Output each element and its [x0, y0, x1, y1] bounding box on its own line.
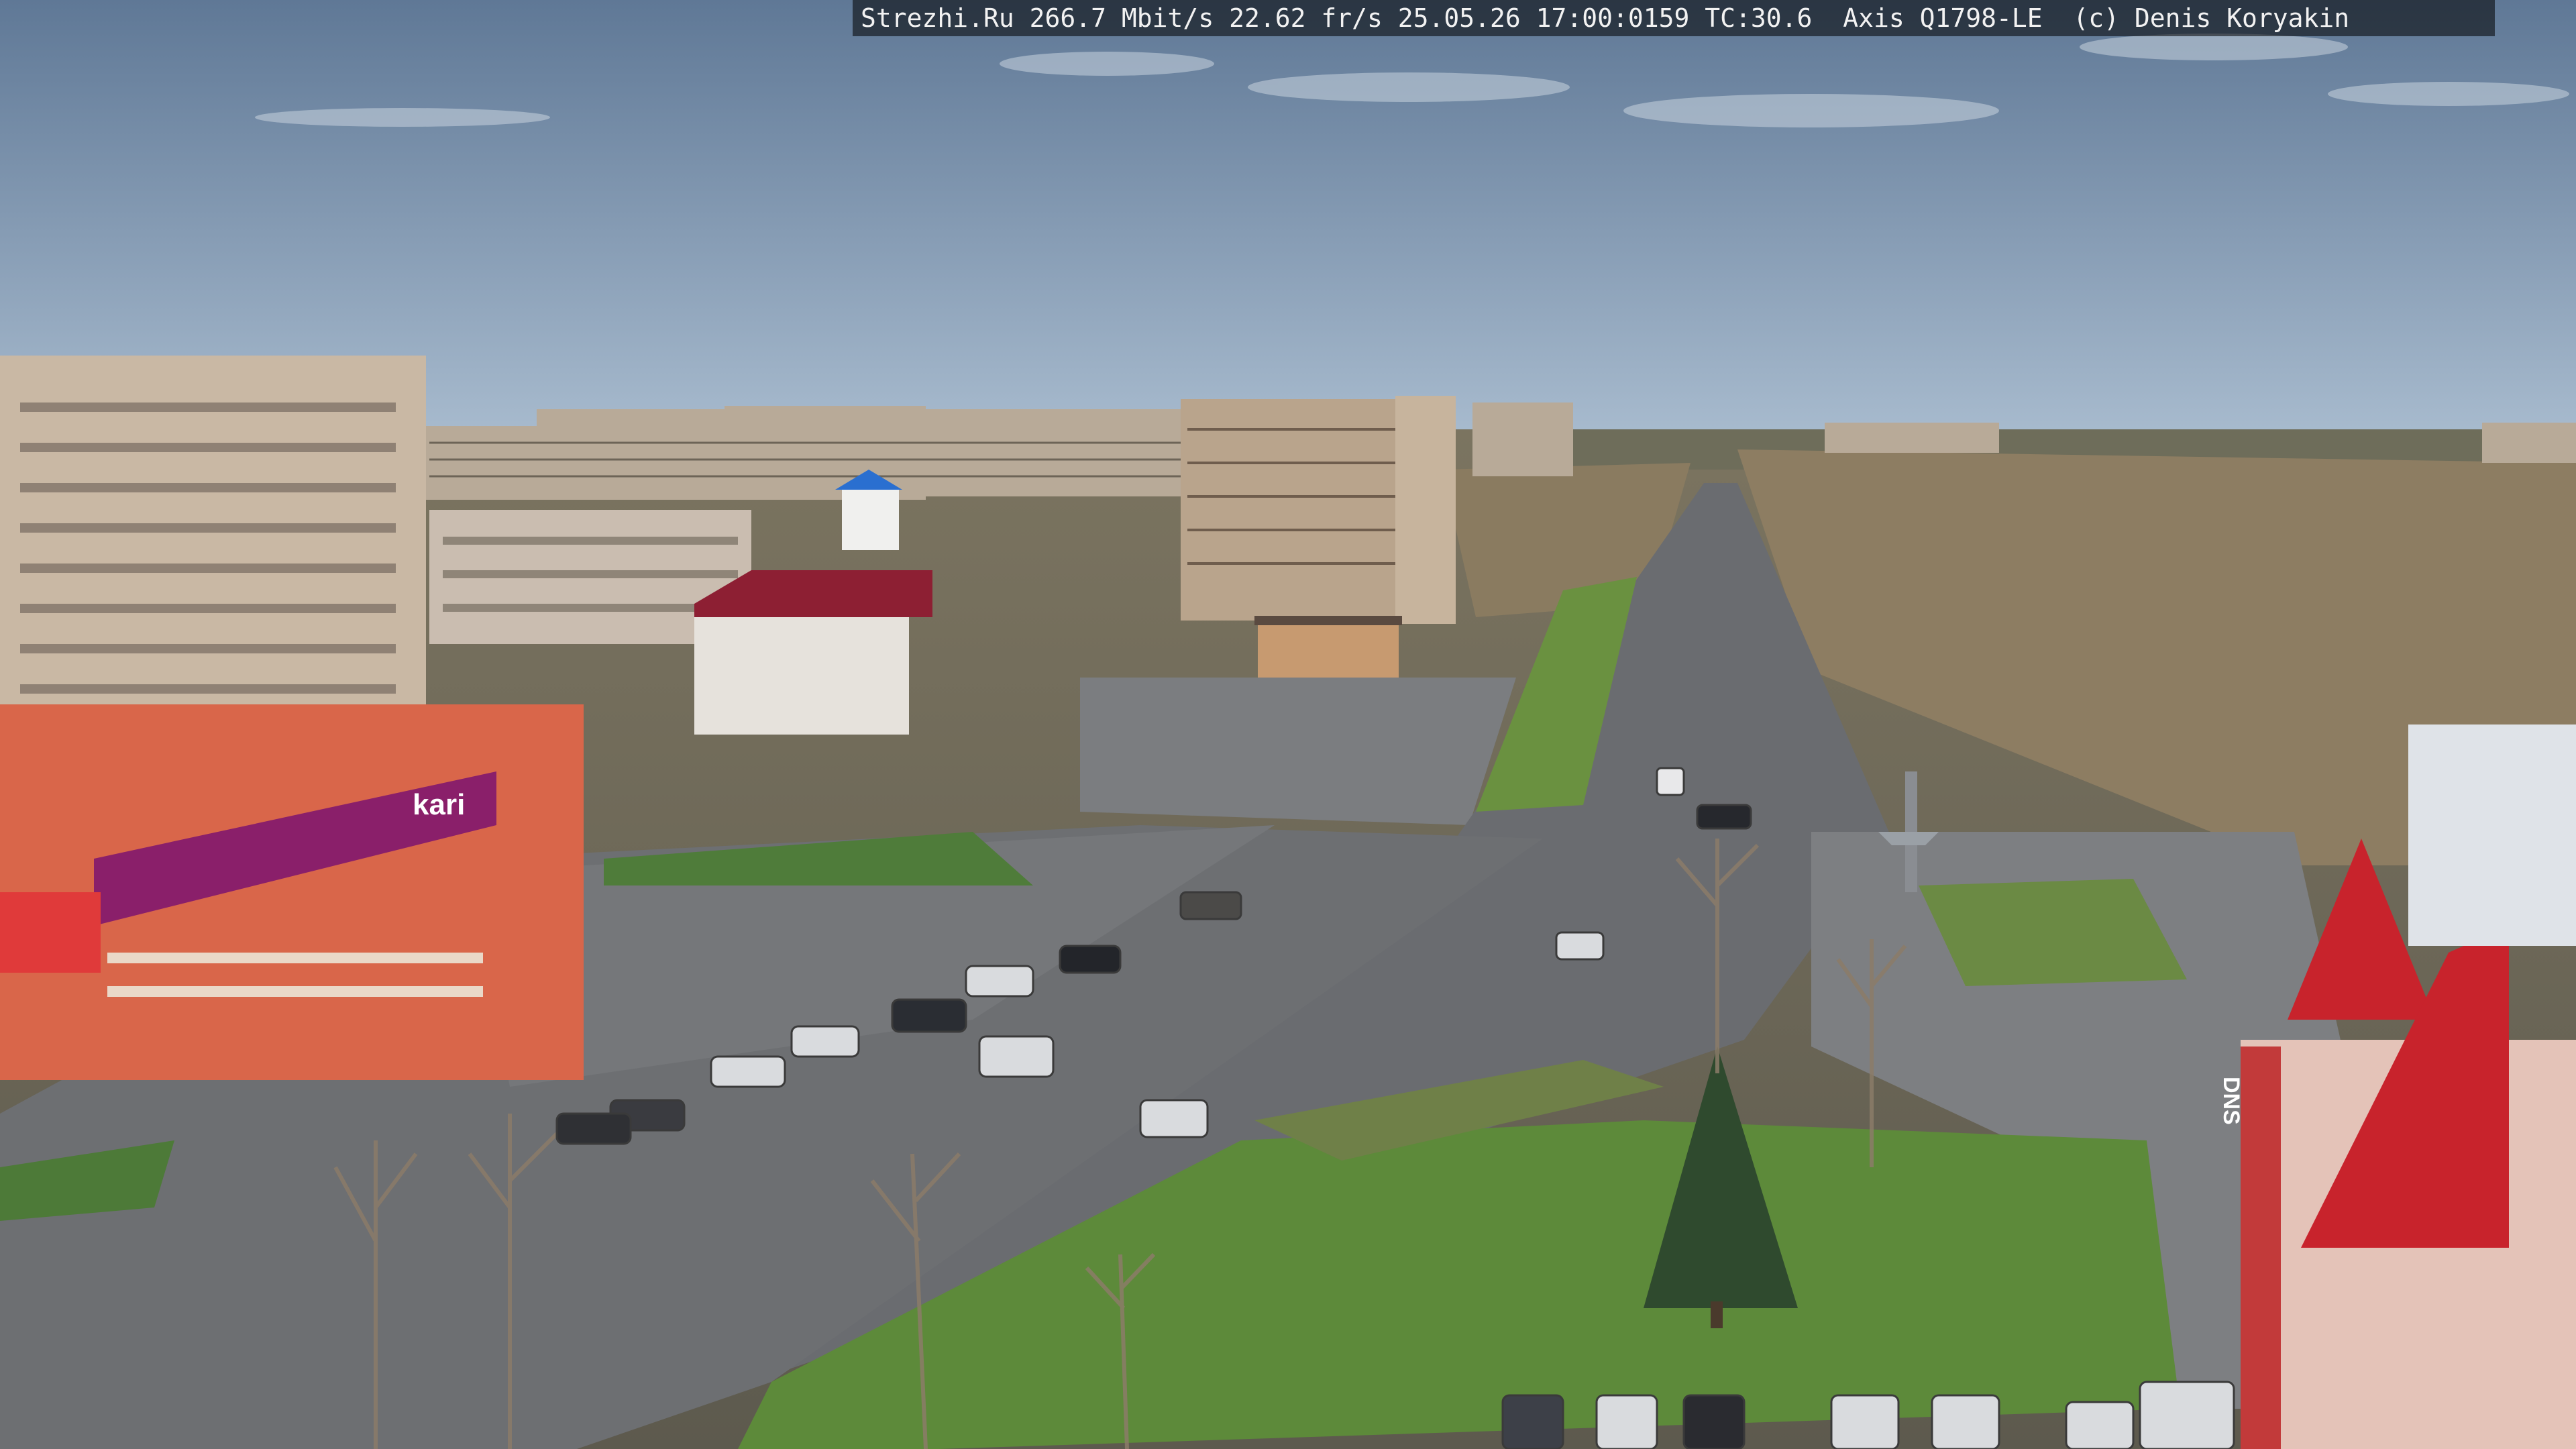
pavilion [1258, 621, 1399, 681]
store-sign-dns: DNS [2218, 1077, 2244, 1125]
city-street-scene [0, 0, 2576, 1449]
central-square [1080, 678, 1516, 825]
red-roof-building [694, 617, 909, 735]
webcam-view: Strezhi.Ru 266.7 Mbit/s 22.62 fr/s 25.05… [0, 0, 2576, 1449]
camera-info-overlay: Strezhi.Ru 266.7 Mbit/s 22.62 fr/s 25.05… [853, 0, 2495, 36]
store-sign-kari: kari [413, 788, 466, 821]
